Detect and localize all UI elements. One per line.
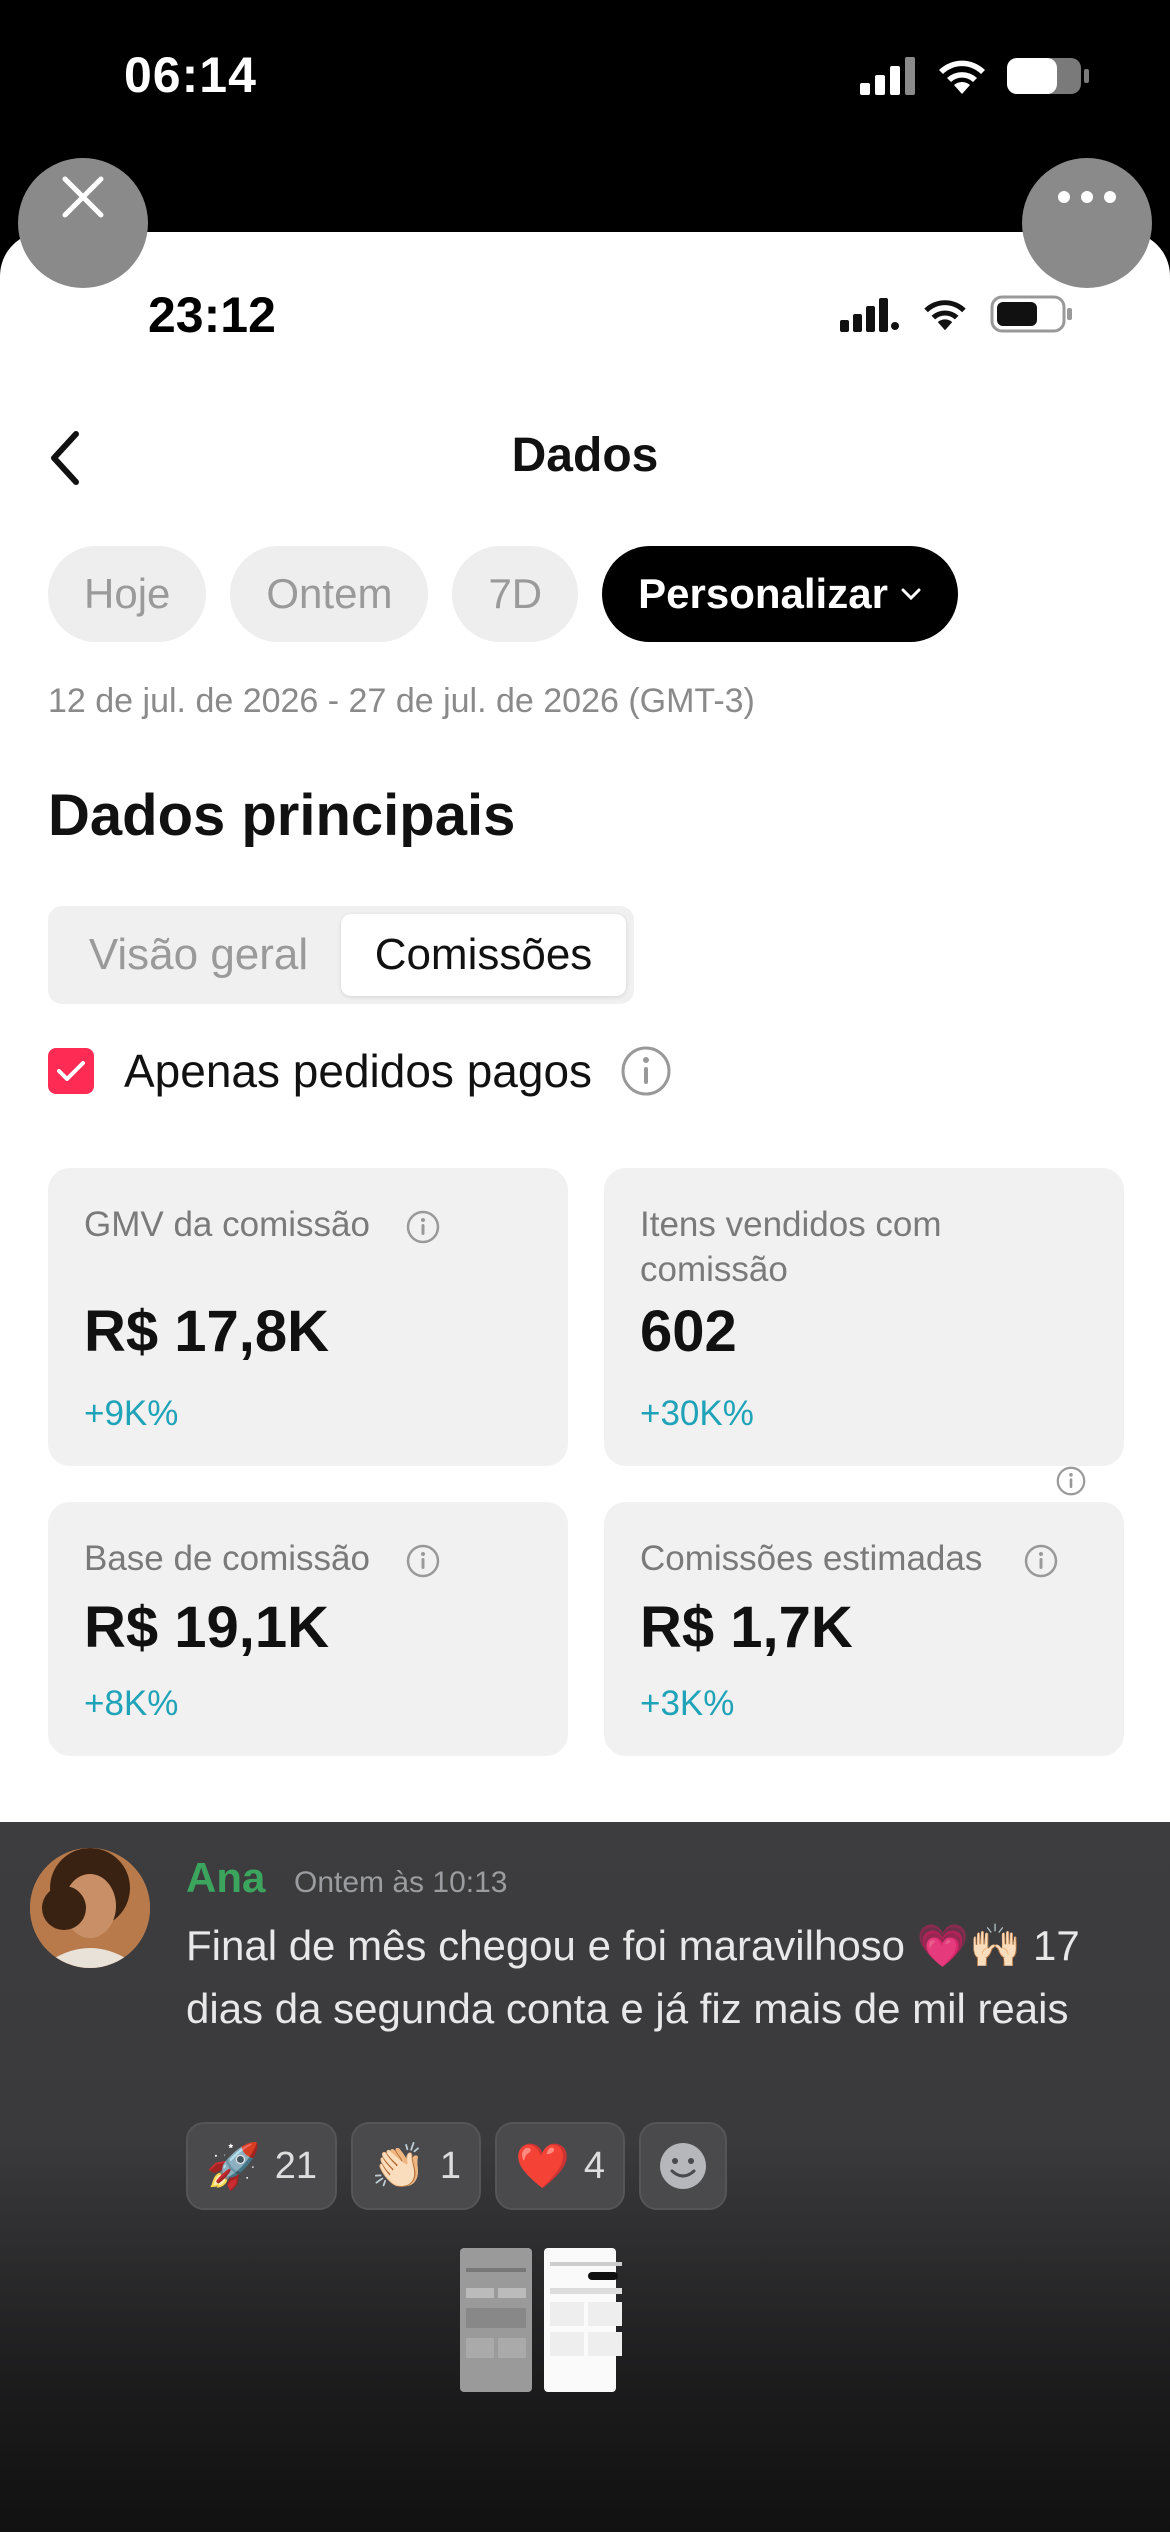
segmented-control: Visão geral Comissões [48, 906, 634, 1004]
close-button[interactable] [18, 158, 148, 288]
metric-label: GMV da comissão [84, 1205, 370, 1244]
wifi-icon [939, 60, 985, 94]
outer-clock: 06:14 [124, 47, 257, 103]
metric-value: 602 [640, 1299, 737, 1364]
metric-card-comissoes-estimadas[interactable]: Comissões estimadas R$ 1,7K +3K% [604, 1502, 1124, 1756]
chip-label: Personalizar [638, 570, 888, 617]
screen: 06:14 23:12 Dados Hoje Ontem 7D Personal… [0, 0, 1170, 2532]
chip-7d[interactable]: 7D [452, 546, 579, 642]
metric-card-itens-vendidos[interactable]: Itens vendidos com comissão 602 +30K% [604, 1168, 1124, 1496]
chip-personalizar[interactable]: Personalizar [602, 546, 958, 642]
metric-change: +3K% [640, 1684, 735, 1723]
chat-message: Ana Ontem às 10:13 Final de mês chegou e… [0, 1822, 1170, 2532]
reaction-emoji: ❤️ [515, 2142, 570, 2191]
attachment-thumbnail[interactable] [460, 2248, 532, 2392]
reactions-bar: 🚀 21 👏🏻 1 ❤️ 4 [186, 2122, 727, 2210]
metric-change: +9K% [84, 1394, 179, 1433]
date-filter-chips: Hoje Ontem 7D Personalizar [48, 546, 958, 642]
info-icon[interactable] [620, 1045, 672, 1097]
chip-label: Ontem [266, 570, 393, 617]
section-title: Dados principais [48, 783, 516, 848]
attachment-thumbnails [460, 2248, 622, 2392]
reaction-rocket[interactable]: 🚀 21 [186, 2122, 338, 2210]
battery-icon [990, 295, 1072, 333]
close-icon [62, 176, 104, 218]
paid-orders-checkbox[interactable] [48, 1048, 94, 1094]
page-title: Dados [511, 429, 659, 482]
reaction-count: 4 [583, 2144, 605, 2187]
paid-orders-label: Apenas pedidos pagos [124, 1045, 593, 1097]
metric-label: Base de comissão [84, 1539, 370, 1578]
more-options-button[interactable] [1022, 158, 1152, 288]
info-icon[interactable] [406, 1544, 440, 1578]
tab-comissoes[interactable]: Comissões [341, 914, 626, 996]
reaction-count: 21 [274, 2144, 318, 2187]
metric-value: R$ 1,7K [640, 1595, 853, 1660]
reaction-clap[interactable]: 👏🏻 1 [351, 2122, 482, 2210]
reaction-heart[interactable]: ❤️ 4 [495, 2122, 625, 2210]
metric-label: Comissões estimadas [640, 1539, 983, 1578]
avatar[interactable] [30, 1848, 150, 1968]
avatar-image [30, 1848, 150, 1968]
battery-icon [1007, 58, 1089, 94]
signal-icon [840, 298, 899, 332]
inner-status-icons [840, 294, 1074, 334]
chip-label: Hoje [84, 570, 171, 617]
more-icon [1058, 191, 1116, 203]
metric-card-base-comissao[interactable]: Base de comissão R$ 19,1K +8K% [48, 1502, 568, 1756]
chip-hoje[interactable]: Hoje [48, 546, 207, 642]
wifi-icon [924, 300, 966, 331]
metric-value: R$ 17,8K [84, 1299, 330, 1364]
reaction-count: 1 [439, 2144, 462, 2187]
metric-change: +8K% [84, 1684, 179, 1723]
tab-visao-geral[interactable]: Visão geral [56, 914, 341, 996]
message-text: Final de mês chegou e foi maravilhoso 💗🙌… [186, 1922, 1080, 2032]
checkmark-icon [57, 1061, 85, 1081]
add-reaction-button[interactable] [638, 2122, 727, 2210]
paid-orders-filter: Apenas pedidos pagos [48, 1044, 672, 1098]
reaction-emoji: 🚀 [206, 2142, 261, 2191]
chip-ontem[interactable]: Ontem [230, 546, 429, 642]
date-range-text: 12 de jul. de 2026 - 27 de jul. de 2026 … [48, 682, 755, 720]
message-timestamp: Ontem às 10:13 [294, 1866, 508, 1899]
outer-status-icons [860, 56, 1090, 96]
chip-label: 7D [488, 570, 543, 617]
chevron-down-icon [901, 588, 921, 601]
inner-screenshot: 23:12 Dados Hoje Ontem 7D Personalizar 1… [0, 232, 1170, 1822]
outer-status-bar: 06:14 [0, 0, 1170, 150]
metric-label: Itens vendidos com comissão [640, 1205, 942, 1289]
metric-card-gmv[interactable]: GMV da comissão R$ 17,8K +9K% [48, 1168, 568, 1466]
attachment-thumbnail[interactable] [544, 2248, 622, 2392]
inner-clock: 23:12 [148, 287, 276, 343]
signal-icon [860, 57, 915, 95]
info-icon[interactable] [1056, 1466, 1086, 1496]
metric-value: R$ 19,1K [84, 1595, 330, 1660]
metric-change: +30K% [640, 1394, 754, 1433]
info-icon[interactable] [406, 1210, 440, 1244]
message-author[interactable]: Ana [186, 1854, 265, 1902]
info-icon[interactable] [1024, 1544, 1058, 1578]
smiley-icon [659, 2143, 706, 2189]
reaction-emoji: 👏🏻 [371, 2142, 426, 2191]
